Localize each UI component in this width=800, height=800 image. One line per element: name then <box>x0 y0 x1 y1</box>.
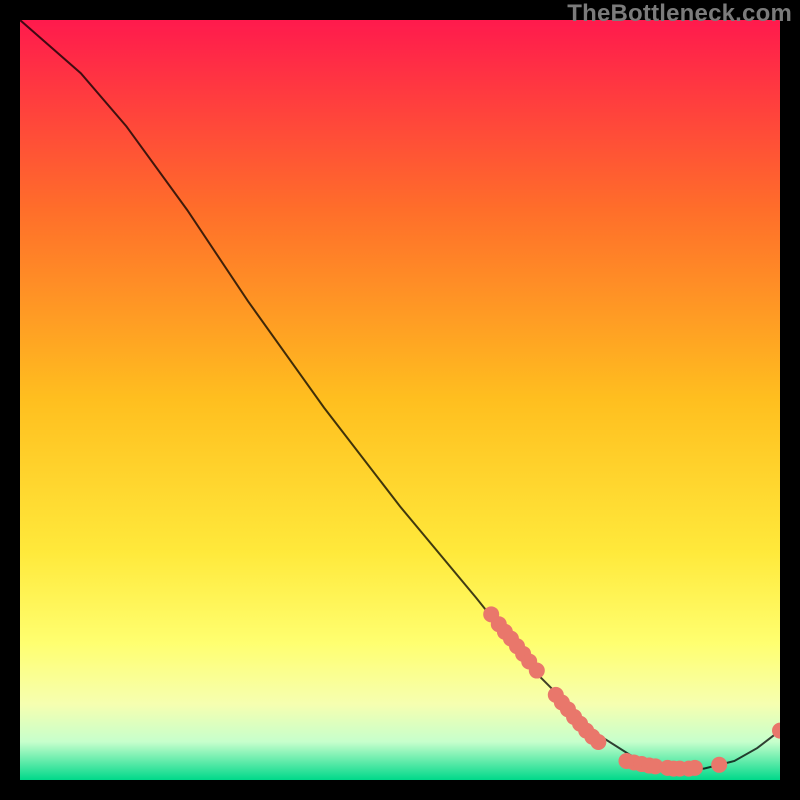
gradient-background <box>20 20 780 780</box>
attribution-text: TheBottleneck.com <box>567 0 792 28</box>
data-marker <box>529 663 545 679</box>
chart-stage: TheBottleneck.com <box>0 0 800 800</box>
data-marker <box>687 760 703 776</box>
data-marker <box>590 734 606 750</box>
bottleneck-curve-chart <box>20 20 780 780</box>
data-marker <box>711 757 727 773</box>
